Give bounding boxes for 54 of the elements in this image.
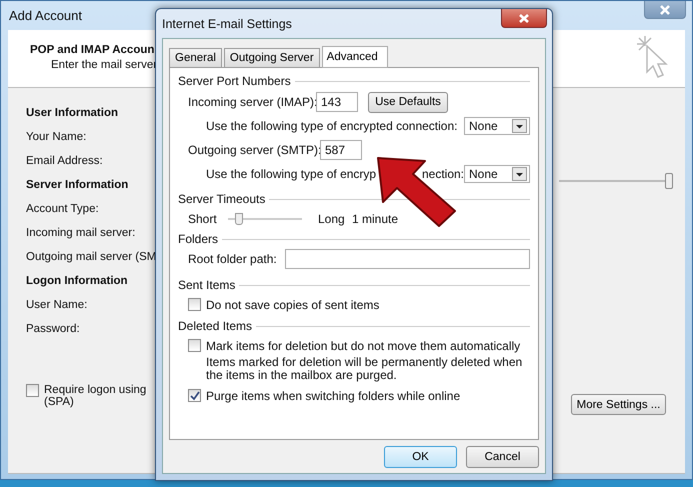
field-label: User Name: [26, 298, 88, 313]
group-heading: Sent Items [178, 278, 236, 292]
group-heading: Folders [178, 232, 218, 246]
slider-label: Long [318, 212, 346, 226]
checkbox-label: Do not save copies of sent items [206, 298, 380, 312]
field-label: Root folder path: [188, 252, 278, 266]
field-label: Incoming mail server: [26, 226, 136, 241]
checkbox-label: Purge items when switching folders while online [206, 388, 460, 402]
checkbox-label: Mark items for deletion but do not move them automatically [206, 338, 520, 352]
section-heading: User Information [26, 106, 118, 121]
checkbox-label: (SPA) [44, 396, 75, 408]
close-icon [659, 4, 671, 16]
tab[interactable]: Advanced [322, 46, 388, 68]
checkbox[interactable] [188, 298, 201, 311]
port-field[interactable]: 143 [316, 92, 358, 112]
field-label: Account Type: [26, 202, 99, 217]
root-folder-field[interactable] [285, 249, 530, 269]
dialog-button[interactable]: Cancel [466, 446, 539, 468]
close-button[interactable] [501, 9, 547, 28]
encryption-dropdown[interactable]: None [464, 117, 530, 135]
slider-label: Short [188, 212, 218, 226]
checkbox[interactable] [26, 384, 39, 397]
checkbox[interactable] [188, 389, 201, 402]
checkbox[interactable] [188, 339, 201, 352]
field-label: Incoming server (IMAP): [188, 95, 316, 109]
tab[interactable]: General [169, 48, 222, 67]
page-subheading: Enter the mail server [50, 59, 158, 71]
field-label: Use the following type of encryp [206, 167, 378, 181]
encryption-dropdown[interactable]: None [464, 165, 530, 183]
help-text: Items marked for deletion will be permanently deleted when the items in the mailbox are purged. [205, 356, 524, 382]
dialog-title: Internet E-mail Settings [162, 16, 292, 30]
field-label: Email Address: [26, 154, 103, 169]
group-heading: Server Port Numbers [178, 74, 291, 88]
close-icon [518, 12, 530, 24]
group-heading: Deleted Items [178, 319, 252, 333]
slider-thumb[interactable] [664, 173, 673, 189]
group-heading: Server Timeouts [178, 192, 266, 206]
field-label: Your Name: [26, 130, 86, 145]
checkbox-label: Require logon using [44, 384, 146, 396]
use-defaults-button[interactable]: Use Defaults [368, 92, 448, 112]
more-settings-button[interactable]: More Settings ... [571, 394, 666, 415]
timeout-reading: 1 minute [352, 212, 398, 226]
section-heading: Logon Information [26, 274, 128, 289]
slider-thumb[interactable] [234, 213, 243, 225]
page-heading: POP and IMAP Accoun [30, 44, 156, 56]
dialog-button[interactable]: OK [384, 446, 457, 468]
field-label: Password: [26, 322, 80, 337]
tab[interactable]: Outgoing Server [224, 48, 320, 67]
field-label: Use the following type of encrypted connection: [206, 119, 458, 133]
section-heading: Server Information [26, 178, 128, 193]
port-field[interactable]: 587 [320, 140, 362, 160]
window-title: Add Account [9, 8, 82, 23]
field-label: nection: [420, 167, 464, 181]
field-label: Outgoing server (SMTP): [188, 143, 320, 157]
